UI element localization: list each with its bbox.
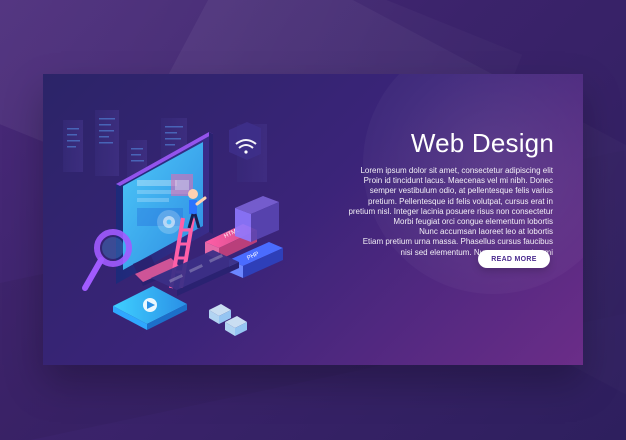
smartphone-icon bbox=[113, 286, 187, 330]
wifi-icon bbox=[229, 122, 261, 160]
hero-description-line: semper vestibulum odio, at pellentesque … bbox=[369, 186, 553, 196]
page-title: Web Design bbox=[410, 128, 554, 158]
hero-description-line: pretium nisl. Integer lacinia posuere ri… bbox=[348, 206, 553, 216]
hero-description-line: Etiam pretium urna massa. Phasellus curs… bbox=[362, 237, 553, 247]
hero-description: Lorem ipsum dolor sit amet, consectetur … bbox=[323, 166, 553, 258]
hero-description-line: Lorem ipsum dolor sit amet, consectetur … bbox=[360, 166, 553, 175]
read-more-button[interactable]: READ MORE bbox=[478, 250, 550, 268]
cursor-icon bbox=[209, 304, 247, 336]
gear-icon bbox=[157, 210, 181, 234]
hero-description-line: pretium. Pellentesque id felis volutpat,… bbox=[368, 196, 553, 206]
hero-description-line: Proin id tincidunt lacus. Maecenas vel m… bbox=[363, 176, 553, 186]
hero-description-line: Morbi feugiat orci congue elementum lobo… bbox=[393, 217, 553, 227]
hero-description-line: Nunc accumsan laoreet leo at lobortis bbox=[419, 227, 553, 237]
folder-icon bbox=[235, 196, 279, 242]
hero-card: HTML PHP Web Design Lorem ipsum dolor si… bbox=[43, 74, 583, 365]
play-icon bbox=[143, 298, 157, 312]
